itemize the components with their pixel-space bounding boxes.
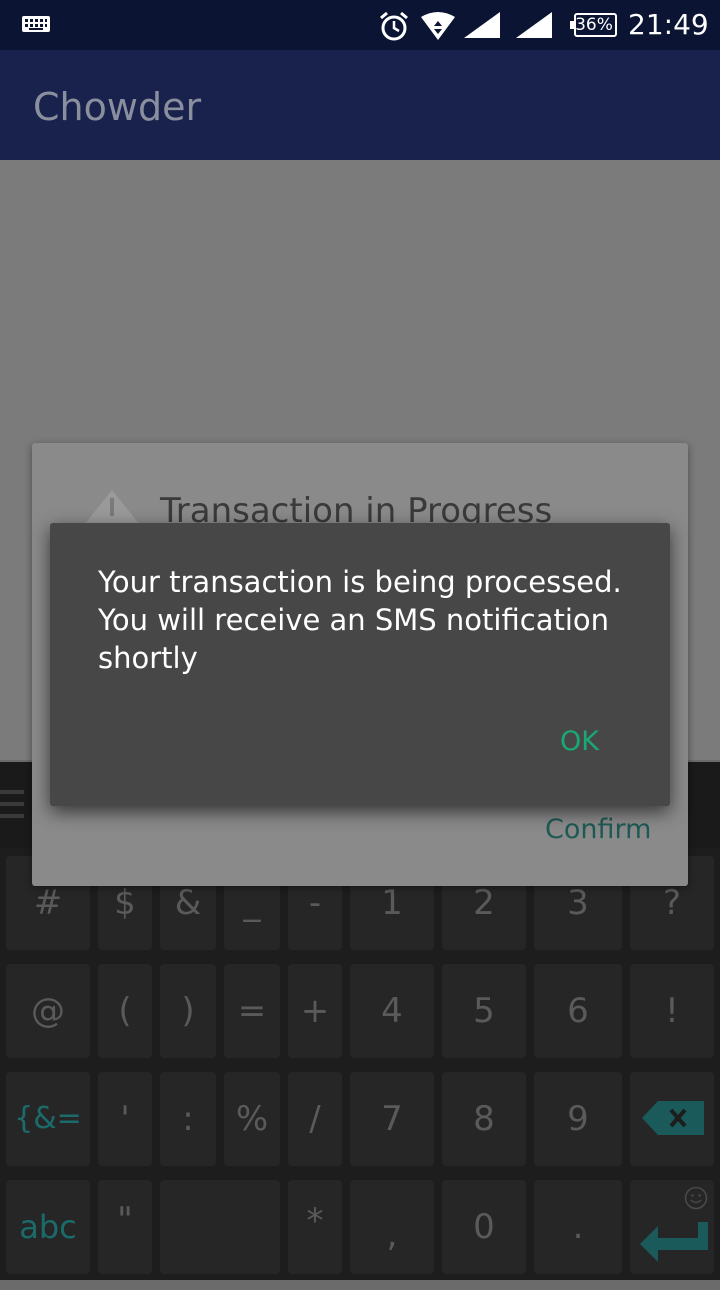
key[interactable]: 9 [534, 1072, 622, 1166]
key[interactable]: @ [6, 964, 90, 1058]
app-title: Chowder [33, 85, 202, 129]
alarm-icon [380, 11, 408, 41]
key[interactable]: ! [630, 964, 714, 1058]
key[interactable]: 6 [534, 964, 622, 1058]
key[interactable]: ) [160, 964, 216, 1058]
confirm-button[interactable]: Confirm [545, 814, 651, 845]
ok-button[interactable]: OK [560, 726, 599, 757]
backspace-icon [642, 1101, 704, 1135]
key[interactable]: ' [98, 1072, 152, 1166]
key[interactable]: , [350, 1180, 434, 1274]
enter-icon [640, 1222, 708, 1262]
clock: 21:49 [628, 8, 709, 41]
key[interactable]: ( [98, 964, 152, 1058]
dialog-message: Your transaction is being processed. You… [98, 565, 622, 675]
wifi-icon [421, 12, 455, 40]
key[interactable]: 8 [442, 1072, 526, 1166]
key[interactable]: : [160, 1072, 216, 1166]
key[interactable]: . [534, 1180, 622, 1274]
key[interactable]: = [224, 964, 280, 1058]
cell-signal-icon [516, 12, 552, 38]
key[interactable]: % [224, 1072, 280, 1166]
key[interactable]: 7 [350, 1072, 434, 1166]
symbols-key[interactable]: {&= [6, 1072, 90, 1166]
battery-percent: 36% [575, 15, 613, 35]
key[interactable]: 5 [442, 964, 526, 1058]
key[interactable]: * [288, 1180, 342, 1274]
keyboard-icon [22, 16, 50, 32]
key[interactable]: 4 [350, 964, 434, 1058]
menu-icon[interactable] [0, 788, 24, 820]
status-bar: 36% 21:49 [0, 0, 720, 50]
space-key[interactable] [160, 1180, 280, 1274]
cell-signal-icon [464, 12, 500, 38]
abc-key[interactable]: abc [6, 1180, 90, 1274]
key[interactable]: + [288, 964, 342, 1058]
key[interactable]: 0 [442, 1180, 526, 1274]
emoji-icon[interactable] [684, 1186, 708, 1210]
key[interactable]: / [288, 1072, 342, 1166]
key[interactable]: " [98, 1180, 152, 1274]
